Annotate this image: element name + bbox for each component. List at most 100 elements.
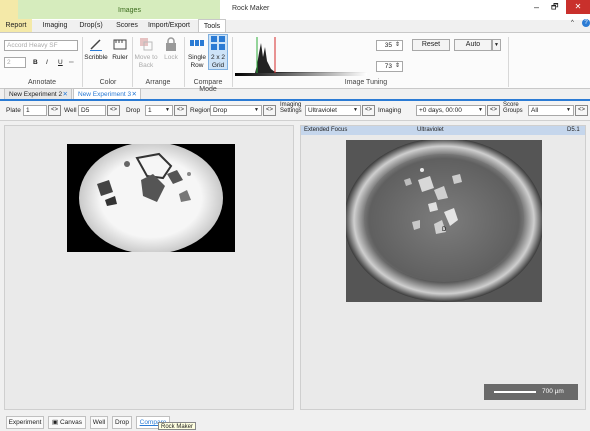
tab-import-export[interactable]: Import/Export — [146, 19, 192, 32]
ruler-label: Ruler — [112, 54, 128, 61]
compare-mode-group-label: Compare Mode — [193, 79, 223, 93]
plate-label: Plate — [6, 107, 21, 114]
scale-bar-line — [494, 391, 536, 393]
help-icon[interactable]: ? — [582, 19, 590, 27]
drop-label: Drop — [126, 107, 141, 114]
auto-dropdown-icon[interactable]: ▼ — [492, 39, 501, 51]
scribble-label: Scribble — [84, 54, 108, 61]
ruler-button[interactable]: Ruler — [110, 37, 130, 62]
annotate-group-label: Annotate — [27, 79, 57, 86]
tab-tools[interactable]: Tools — [198, 19, 226, 32]
image-tuning-group-label: Image Tuning — [344, 79, 388, 86]
spin-icon[interactable]: ⇕ — [395, 62, 400, 69]
window-title: Rock Maker — [232, 5, 270, 12]
right-image-panel: Extended Focus Ultraviolet D5.1 D 700 µm — [300, 125, 586, 410]
auto-button[interactable]: Auto — [454, 39, 492, 51]
font-size-select[interactable]: 2 — [4, 57, 26, 68]
well-nav-arrows[interactable]: <> — [107, 105, 120, 116]
bottom-tab-drop[interactable]: Drop — [112, 416, 132, 429]
region-label: Region — [190, 107, 211, 114]
italic-button[interactable]: I — [46, 59, 48, 66]
well-label: Well — [64, 107, 77, 114]
single-row-label: Single Row — [187, 54, 207, 69]
move-to-back-icon — [140, 38, 153, 51]
close-button[interactable]: ✕ — [566, 0, 590, 14]
divider — [132, 37, 133, 87]
extended-focus-label: Extended Focus — [304, 127, 348, 133]
lock-button[interactable]: Lock — [161, 37, 181, 62]
move-to-back-button[interactable]: Move to Back — [134, 37, 158, 70]
crystal-drop-image — [79, 142, 223, 254]
visible-drop-image[interactable] — [67, 142, 235, 254]
scribble-button[interactable]: Scribble — [84, 37, 108, 62]
collapse-ribbon-icon[interactable]: ^ — [571, 20, 574, 26]
plate-input[interactable]: 1 — [23, 105, 47, 116]
score-groups-nav-arrows[interactable]: <> — [575, 105, 588, 116]
drop-id-label: D5.1 — [567, 127, 580, 133]
score-groups-label: Score Groups — [503, 102, 523, 114]
minimize-button[interactable]: – — [534, 2, 539, 12]
pen-icon — [90, 39, 102, 52]
imaging-settings-nav-arrows[interactable]: <> — [362, 105, 375, 116]
canvas-icon: ▣ — [51, 419, 59, 426]
bottom-tab-experiment[interactable]: Experiment — [6, 416, 44, 429]
title-bar: Images Rock Maker – 🗗 ✕ ? ^ — [0, 0, 590, 27]
font-family-select[interactable]: Accord Heavy SF — [4, 40, 78, 51]
bottom-tab-canvas[interactable]: ▣ Canvas — [48, 416, 86, 429]
divider — [232, 37, 233, 87]
reset-button[interactable]: Reset — [412, 39, 450, 51]
grid-icon — [211, 36, 225, 50]
doc-tab-experiment-2[interactable]: New Experiment 2 ✕ — [4, 88, 72, 99]
image-info-header: Extended Focus Ultraviolet D5.1 — [301, 126, 585, 135]
tab-imaging[interactable]: Imaging — [36, 19, 74, 32]
scale-bar-label: 700 µm — [542, 388, 564, 395]
doc-tab-label: New Experiment 2 — [9, 91, 63, 98]
histogram[interactable] — [235, 35, 367, 77]
divider — [508, 37, 509, 87]
divider — [82, 37, 83, 87]
tab-drops[interactable]: Drop(s) — [76, 19, 106, 32]
drop-nav-arrows[interactable]: <> — [174, 105, 187, 116]
context-tab-band — [0, 0, 220, 19]
doc-tab-label: New Experiment 3 — [78, 91, 132, 98]
underline-button[interactable]: U — [58, 59, 63, 66]
restore-button[interactable]: 🗗 — [551, 1, 559, 15]
left-image-panel — [4, 125, 294, 410]
arrange-group-label: Arrange — [145, 79, 171, 86]
region-select[interactable]: Drop — [210, 105, 262, 116]
imaging-settings-select[interactable]: Ultraviolet — [305, 105, 361, 116]
tab-report[interactable]: Report — [0, 19, 32, 32]
grid-2x2-button[interactable]: 2 x 2 Grid — [208, 34, 228, 70]
ruler-icon — [113, 39, 127, 50]
plate-nav-arrows[interactable]: <> — [48, 105, 61, 116]
imaging-nav-arrows[interactable]: <> — [487, 105, 500, 116]
uv-drop-image[interactable]: D — [344, 138, 544, 302]
score-groups-select[interactable]: All — [528, 105, 574, 116]
uv-crystal-image: D — [344, 138, 544, 302]
tab-scores[interactable]: Scores — [112, 19, 142, 32]
doc-tab-experiment-3[interactable]: New Experiment 3 ✕ — [73, 88, 141, 99]
filter-bar: Plate 1 <> Well D5 <> Drop 1 <> Region D… — [0, 101, 590, 121]
bottom-tab-well[interactable]: Well — [90, 416, 108, 429]
strikethrough-icon[interactable]: ═ — [69, 59, 74, 66]
lock-label: Lock — [164, 54, 178, 61]
lock-icon — [166, 37, 176, 51]
single-row-button[interactable]: Single Row — [186, 37, 208, 70]
spin-icon[interactable]: ⇕ — [395, 41, 400, 48]
ribbon: Accord Heavy SF 2 B I U ═ Annotate Scrib… — [0, 32, 590, 93]
report-tab-band — [0, 0, 18, 19]
bold-button[interactable]: B — [33, 59, 38, 66]
close-icon: ✕ — [574, 2, 582, 11]
canvas-tab-label: Canvas — [59, 419, 82, 426]
tooltip: Rock Maker — [158, 422, 197, 430]
drop-select[interactable]: 1 — [145, 105, 173, 116]
region-nav-arrows[interactable]: <> — [263, 105, 276, 116]
imaging-type-label: Ultraviolet — [417, 127, 444, 133]
imaging-settings-label: Imaging Settings — [280, 102, 302, 114]
imaging-select[interactable]: +0 days, 00:00 — [416, 105, 486, 116]
imaging-label: Imaging — [378, 107, 402, 114]
well-input[interactable]: D5 — [78, 105, 106, 116]
color-group-label: Color — [99, 79, 117, 86]
drop-marker-label: D — [442, 227, 447, 233]
scale-bar: 700 µm — [484, 384, 578, 400]
